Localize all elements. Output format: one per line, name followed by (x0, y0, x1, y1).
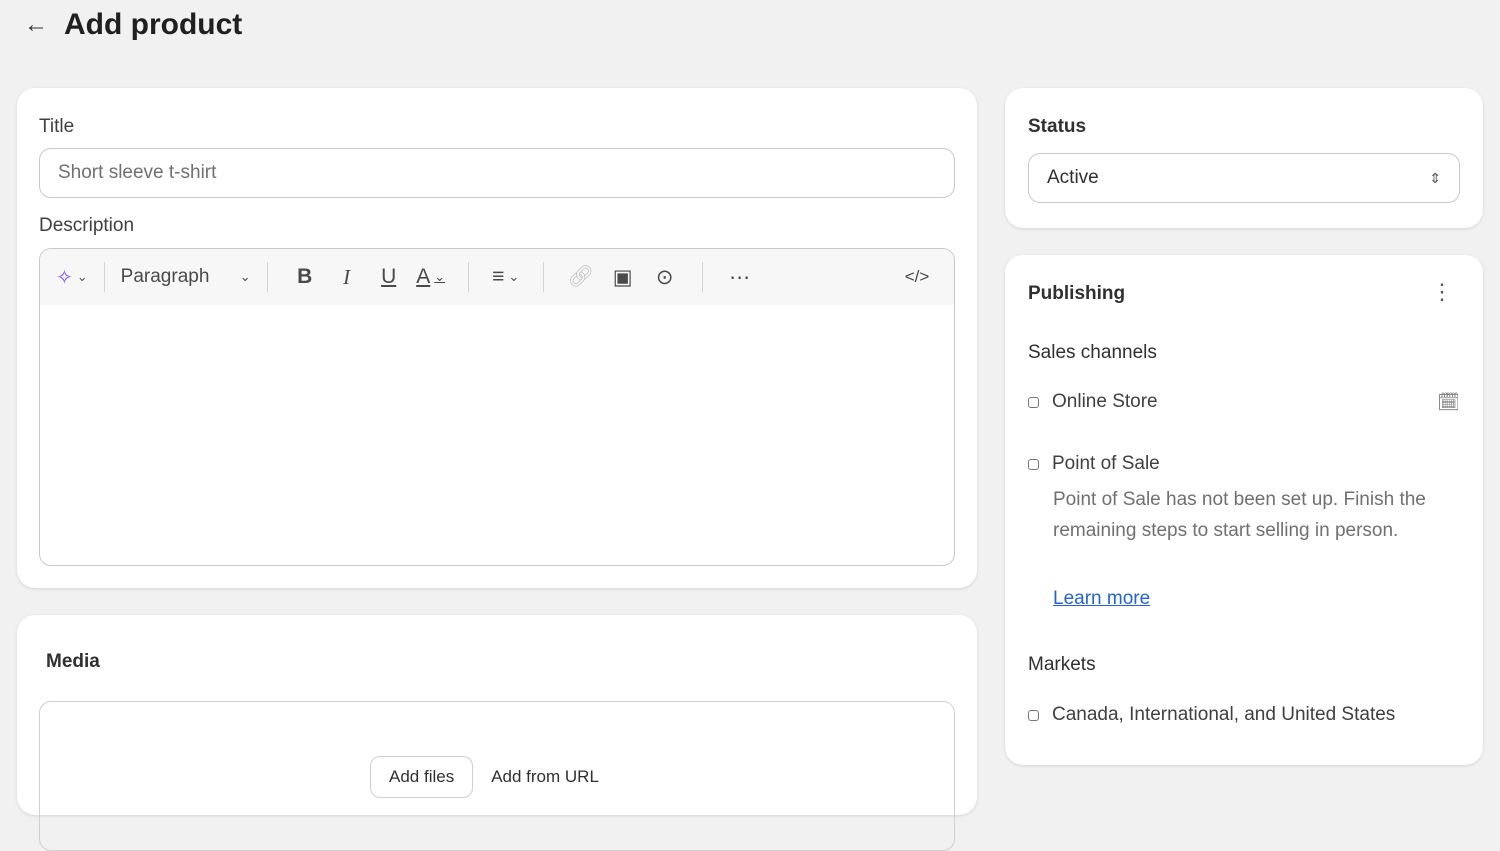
page-title: Add product (64, 8, 243, 41)
status-card: Status Active ⇕ (1005, 88, 1483, 228)
publishing-title: Publishing (1028, 283, 1126, 304)
video-icon[interactable]: ⊙ (644, 260, 686, 294)
page-header: ← Add product (24, 8, 242, 42)
bold-icon[interactable]: B (284, 260, 326, 294)
checkbox[interactable] (1028, 396, 1039, 408)
more-options-icon[interactable]: ⋮ (1431, 279, 1453, 305)
channel-online-store[interactable]: Online Store 🗓︎ (1028, 391, 1460, 413)
product-details-card: Title Short sleeve t-shirt Description ✧… (17, 88, 977, 588)
more-icon[interactable]: ⋯ (719, 260, 761, 294)
title-placeholder: Short sleeve t-shirt (58, 162, 217, 183)
code-icon[interactable]: </> (896, 260, 938, 294)
checkbox[interactable] (1028, 458, 1039, 470)
divider (103, 262, 105, 292)
select-arrows-icon: ⇕ (1429, 169, 1441, 186)
paragraph-select[interactable]: Paragraph ⌄ (121, 266, 251, 288)
media-dropzone[interactable]: Add files Add from URL (39, 701, 955, 851)
divider (266, 262, 268, 292)
channel-point-of-sale[interactable]: Point of Sale (1028, 453, 1160, 475)
text-color-icon[interactable]: A ⌄ (410, 260, 452, 294)
media-title: Media (46, 651, 100, 672)
image-icon[interactable]: ▣ (602, 260, 644, 294)
pos-note: Point of Sale has not been set up. Finis… (1053, 489, 1426, 541)
align-icon[interactable]: ≡ ⌄ (485, 260, 527, 294)
add-files-button[interactable]: Add files (370, 756, 474, 798)
status-select[interactable]: Active ⇕ (1028, 153, 1460, 203)
italic-icon[interactable]: I (326, 260, 368, 294)
editor-toolbar: ✧ ⌄ Paragraph ⌄ B I U A ⌄ ≡ ⌄ 🔗︎ ▣ ⊙ ⋯ </> (40, 249, 954, 305)
status-label: Status (1028, 116, 1087, 137)
title-label: Title (39, 116, 75, 137)
checkbox[interactable] (1028, 709, 1039, 721)
description-label: Description (39, 215, 135, 236)
description-editor[interactable]: ✧ ⌄ Paragraph ⌄ B I U A ⌄ ≡ ⌄ 🔗︎ ▣ ⊙ ⋯ </> (39, 248, 955, 566)
divider (542, 262, 544, 292)
chevron-down-icon: ⌄ (239, 269, 251, 284)
underline-icon[interactable]: U (368, 260, 410, 294)
ai-sparkle-icon[interactable]: ✧ ⌄ (56, 265, 88, 290)
calendar-schedule-icon[interactable]: 🗓︎ (1437, 392, 1460, 413)
back-arrow-icon[interactable]: ← (24, 11, 48, 39)
media-card: Media Add files Add from URL (17, 615, 977, 851)
sales-channels-label: Sales channels (1028, 342, 1157, 363)
publishing-card: Publishing ⋮ Sales channels Online Store… (1005, 255, 1483, 765)
markets-item[interactable]: Canada, International, and United States (1028, 704, 1395, 726)
link-icon[interactable]: 🔗︎ (560, 260, 602, 294)
markets-label: Markets (1028, 654, 1096, 675)
title-input[interactable]: Short sleeve t-shirt (39, 148, 955, 198)
divider (467, 262, 469, 292)
divider (701, 262, 703, 292)
add-from-url-button[interactable]: Add from URL (491, 767, 599, 787)
learn-more-link[interactable]: Learn more (1053, 588, 1150, 610)
